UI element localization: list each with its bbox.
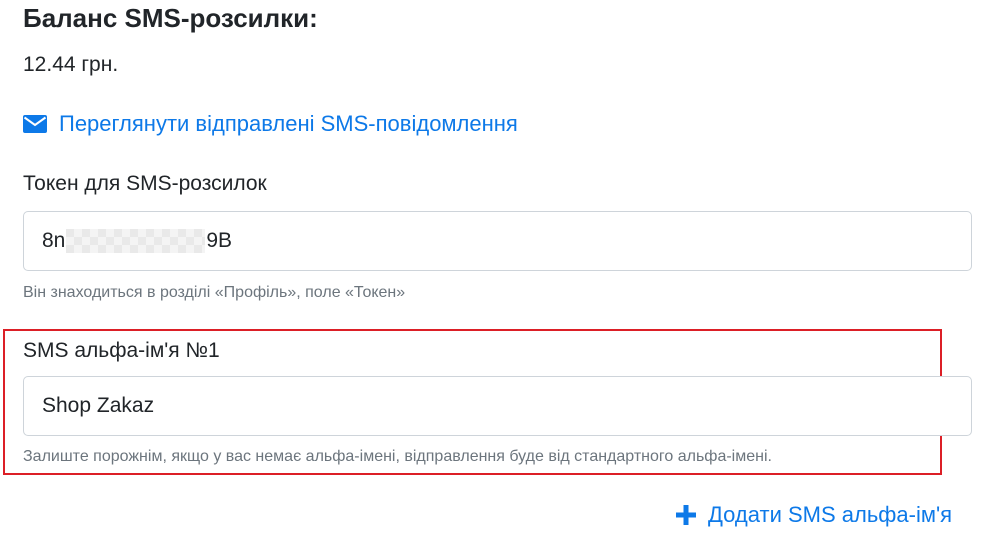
- add-alpha-name-button[interactable]: Додати SMS альфа-ім'я: [676, 500, 952, 530]
- token-label: Токен для SMS-розсилок: [23, 172, 267, 195]
- balance-value: 12.44 грн.: [23, 53, 119, 76]
- token-help-text: Він знаходиться в розділі «Профіль», пол…: [23, 284, 406, 301]
- token-input[interactable]: 8n 9B: [23, 211, 972, 271]
- add-alpha-name-label: Додати SMS альфа-ім'я: [708, 502, 953, 527]
- view-sent-sms-link[interactable]: Переглянути відправлені SMS-повідомлення: [23, 110, 518, 138]
- envelope-icon: [23, 115, 47, 133]
- plus-icon: [676, 505, 696, 525]
- token-redaction-mask: [66, 229, 206, 253]
- view-sent-sms-label: Переглянути відправлені SMS-повідомлення: [59, 111, 518, 136]
- alpha-name-label: SMS альфа-ім'я №1: [23, 339, 220, 362]
- alpha-name-help-text: Залиште порожнім, якщо у вас немає альфа…: [23, 448, 772, 465]
- alpha-name-value: Shop Zakaz: [42, 394, 155, 417]
- balance-title: Баланс SMS-розсилки:: [23, 3, 318, 33]
- alpha-name-input[interactable]: Shop Zakaz: [23, 376, 972, 436]
- token-value-prefix: 8n: [42, 229, 66, 252]
- token-value-suffix: 9B: [206, 229, 233, 252]
